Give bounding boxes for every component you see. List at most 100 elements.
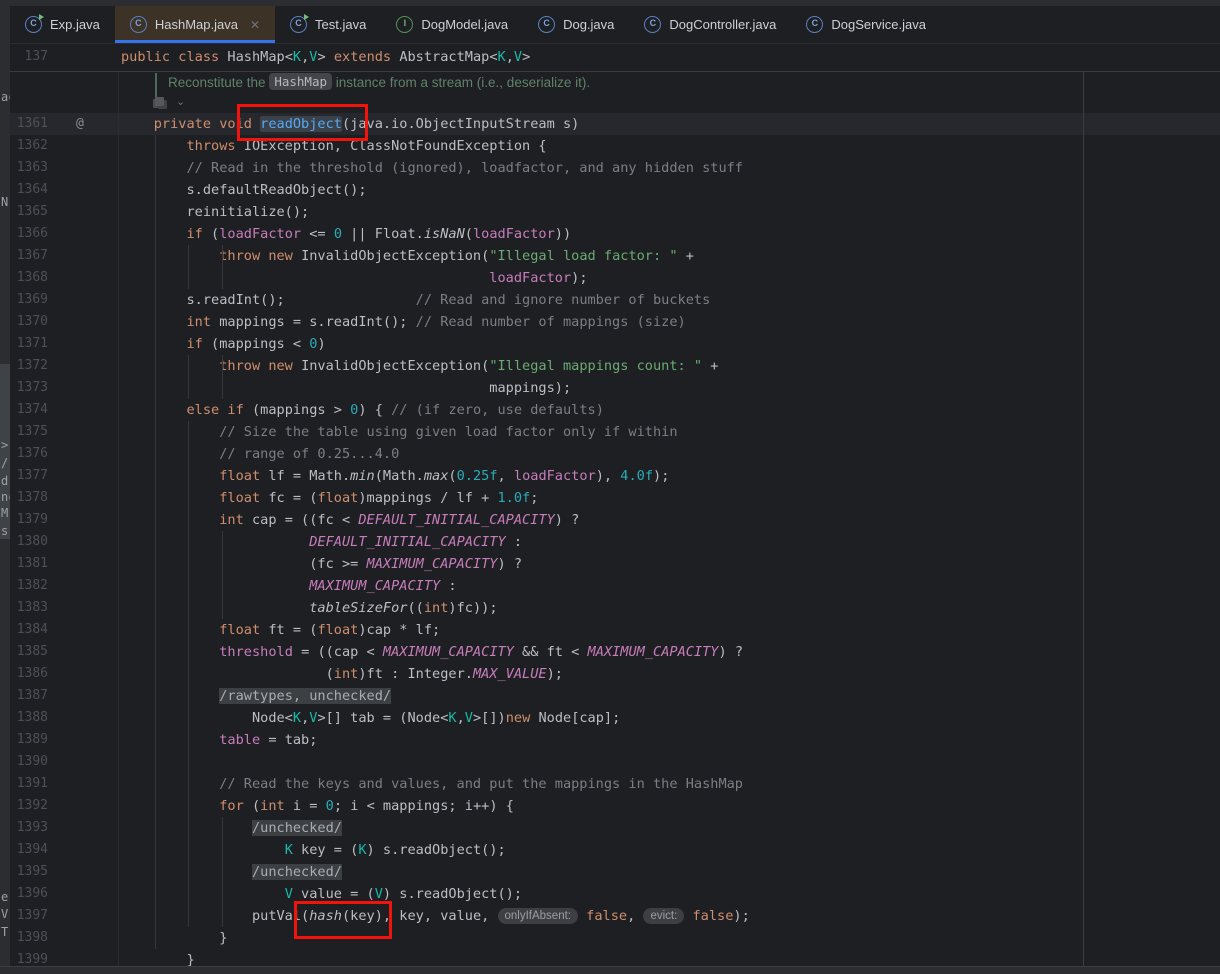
code-line: 1387 /rawtypes, unchecked/ [10,685,1220,707]
clipped-text-fragment: e- [1,890,10,904]
status-bar-edge [0,966,1220,974]
clipped-text-fragment: M [1,506,8,520]
line-number: 1371 [10,333,48,355]
code-line: 1397 putVal(hash(key), key, value, onlyI… [10,905,1220,927]
code-line: 1380 DEFAULT_INITIAL_CAPACITY : [10,531,1220,553]
code-line: 1396 V value = (V) s.readObject(); [10,883,1220,905]
rendered-javadoc-line: Reconstitute the HashMap instance from a… [10,72,1220,94]
line-number: 1376 [10,443,48,465]
line-number: 1372 [10,355,48,377]
line-number: 1373 [10,377,48,399]
code-line: 1370 int mappings = s.readInt(); // Read… [10,311,1220,333]
javadoc-text-after: instance from a stream (i.e., deserializ… [332,75,590,90]
line-number: 1362 [10,135,48,157]
pinned-context-line[interactable]: 137 public class HashMap<K,V> extends Ab… [10,44,1220,72]
line-number: 1397 [10,905,48,927]
line-number: 1364 [10,179,48,201]
editor-tab-bar: CExp.javaCHashMap.java✕ C Test.java I DogMod… [10,6,1220,44]
line-number: 1366 [10,223,48,245]
tab-dogcontroller-java[interactable]: C DogController.java [629,6,791,43]
line-number: 1365 [10,201,48,223]
tab-test-java[interactable]: C Test.java [275,6,381,43]
line-number: 1377 [10,465,48,487]
code-line: 1395 /unchecked/ [10,861,1220,883]
line-number: 1394 [10,839,48,861]
line-number: 1388 [10,707,48,729]
clipped-text-fragment: V [1,907,8,921]
clipped-text-fragment: /, [1,456,10,470]
code-line: 1375 // Size the table using given load … [10,421,1220,443]
code-line: 1377 float lf = Math.min(Math.max(0.25f,… [10,465,1220,487]
code-editor[interactable]: Reconstitute the HashMap instance from a… [10,72,1220,966]
code-line: 1386 (int)ft : Integer.MAX_VALUE); [10,663,1220,685]
code-line: 1389 table = tab; [10,729,1220,751]
ide-window: acN>/,dncMse-VTr CExp.javaCHashMap.java✕… [0,0,1220,974]
code-line: 1384 float ft = (float)cap * lf; [10,619,1220,641]
code-line: 1381 (fc >= MAXIMUM_CAPACITY) ? [10,553,1220,575]
line-number: 1395 [10,861,48,883]
chevron-down-icon[interactable]: ⌄ [176,94,185,111]
code-line: 1378 float fc = (float)mappings / lf + 1… [10,487,1220,509]
tab-hashmap-java[interactable]: CHashMap.java✕ [115,6,275,43]
tab-label: DogModel.java [421,17,508,32]
class-icon: C [644,16,661,33]
code-line: 1398 } [10,927,1220,949]
folded-annotation-chip[interactable]: /unchecked/ [252,820,342,836]
code-line: 1364 s.defaultReadObject(); [10,179,1220,201]
line-number: 1361 [10,113,48,135]
parameter-hint-chip: evict: [643,908,684,924]
interface-icon: I [396,16,413,33]
line-number: 1392 [10,795,48,817]
line-number: 1398 [10,927,48,949]
tab-dog-java[interactable]: CDog.java [523,6,629,43]
tab-label: DogService.java [831,17,926,32]
line-number: 1386 [10,663,48,685]
clipped-text-fragment: d [1,474,8,488]
annotation-layers-icon [155,97,164,106]
line-number: 1390 [10,751,48,773]
line-number: 1369 [10,289,48,311]
folded-annotation-chip[interactable]: /unchecked/ [252,864,342,880]
code-line: 1385 threshold = ((cap < MAXIMUM_CAPACIT… [10,641,1220,663]
line-number: 1399 [10,949,48,966]
code-line: 1363 // Read in the threshold (ignored),… [10,157,1220,179]
tab-exp-java[interactable]: CExp.java [10,6,115,43]
code-line: 1392 for (int i = 0; i < mappings; i++) … [10,795,1220,817]
code-line: 1373 mappings); [10,377,1220,399]
class-run-icon: C [290,16,307,33]
folded-annotation-row[interactable]: ⌄ [10,94,1220,113]
line-number: 1368 [10,267,48,289]
clipped-text-fragment: Tr [1,925,10,939]
code-line: 1390 [10,751,1220,773]
code-line: 1371 if (mappings < 0) [10,333,1220,355]
tab-dogservice-java[interactable]: CDogService.java [791,6,941,43]
code-line: 1368 loadFactor); [10,267,1220,289]
code-line: 1393 /unchecked/ [10,817,1220,839]
indent-guide [222,355,223,399]
line-number: 1375 [10,421,48,443]
line-number: 1383 [10,597,48,619]
tab-dogmodel-java[interactable]: I DogModel.java [381,6,523,43]
tab-label: DogController.java [669,17,776,32]
code-line: 1361@ private void readObject(java.io.Ob… [10,113,1220,135]
line-number: 1384 [10,619,48,641]
tab-label: Test.java [315,17,366,32]
line-number: 1389 [10,729,48,751]
folded-annotation-chip[interactable]: /rawtypes, unchecked/ [219,688,391,704]
line-number: 1370 [10,311,48,333]
code-line: 1394 K key = (K) s.readObject(); [10,839,1220,861]
line-number: 1367 [10,245,48,267]
code-line: 1372 throw new InvalidObjectException("I… [10,355,1220,377]
clipped-text-fragment: N [1,195,8,209]
clipped-text-fragment: ac [1,90,10,104]
code-line: 1367 throw new InvalidObjectException("I… [10,245,1220,267]
javadoc-text: Reconstitute the HashMap instance from a… [168,72,590,94]
line-number: 1380 [10,531,48,553]
close-icon[interactable]: ✕ [250,18,260,32]
code-line: 1388 Node<K,V>[] tab = (Node<K,V>[])new … [10,707,1220,729]
red-annotation-box [294,901,392,939]
clipped-text-fragment: s [1,524,8,538]
gutter-annotation-icon[interactable]: @ [76,113,84,135]
code-line: 1369 s.readInt(); // Read and ignore num… [10,289,1220,311]
parameter-hint-chip: onlyIfAbsent: [498,908,578,924]
